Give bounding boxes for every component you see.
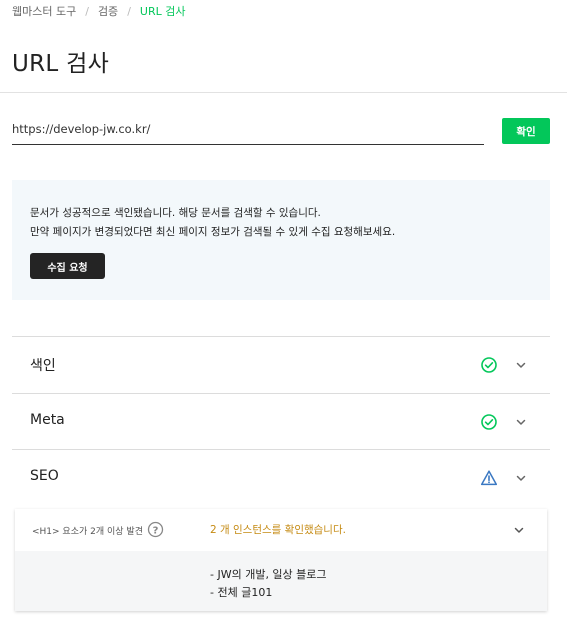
index-notice: 문서가 성공적으로 색인됐습니다. 해당 문서를 검색할 수 있습니다. 만약 … — [12, 180, 550, 300]
notice-message: 문서가 성공적으로 색인됐습니다. 해당 문서를 검색할 수 있습니다. — [30, 207, 321, 219]
section-index[interactable]: 색인 — [12, 336, 550, 392]
title-divider — [0, 92, 567, 93]
url-input[interactable] — [12, 118, 484, 145]
breadcrumb-item-verify[interactable]: 검증 — [98, 3, 118, 19]
chevron-down-icon[interactable] — [512, 523, 526, 537]
instance-item: - 전체 글101 — [210, 586, 273, 599]
section-label: Meta — [30, 412, 65, 428]
notice-hint: 만약 페이지가 변경되었다면 최신 페이지 정보가 검색될 수 있게 수집 요청… — [30, 226, 396, 238]
breadcrumb-separator: / — [127, 4, 131, 18]
instance-item: - JW의 개발, 일상 블로그 — [210, 568, 327, 581]
section-label: 색인 — [30, 358, 56, 374]
breadcrumb: 웹마스터 도구 / 검증 / URL 검사 — [12, 3, 185, 19]
rule-label: <H1> 요소가 2개 이상 발견 — [32, 527, 143, 537]
section-label: SEO — [30, 468, 59, 484]
section-seo[interactable]: SEO — [12, 449, 550, 505]
page-title: URL 검사 — [12, 51, 110, 77]
svg-text:?: ? — [153, 525, 159, 536]
collect-request-button[interactable]: 수집 요청 — [30, 253, 105, 279]
breadcrumb-item-webmaster-tools[interactable]: 웹마스터 도구 — [12, 3, 76, 19]
chevron-down-icon[interactable] — [514, 471, 528, 485]
section-meta[interactable]: Meta — [12, 393, 550, 449]
confirm-button[interactable]: 확인 — [502, 118, 550, 144]
breadcrumb-separator: / — [85, 4, 89, 18]
seo-detail-panel: <H1> 요소가 2개 이상 발견 ? 2 개 인스턴스를 확인했습니다. - … — [15, 509, 547, 611]
check-circle-icon — [481, 357, 497, 373]
chevron-down-icon[interactable] — [514, 415, 528, 429]
help-icon[interactable]: ? — [147, 521, 164, 538]
warning-triangle-icon — [480, 470, 498, 486]
check-circle-icon — [481, 414, 497, 430]
chevron-down-icon[interactable] — [514, 358, 528, 372]
breadcrumb-item-current: URL 검사 — [139, 5, 186, 18]
rule-result: 2 개 인스턴스를 확인했습니다. — [210, 524, 346, 536]
seo-rule-row[interactable]: <H1> 요소가 2개 이상 발견 ? 2 개 인스턴스를 확인했습니다. — [15, 509, 547, 551]
